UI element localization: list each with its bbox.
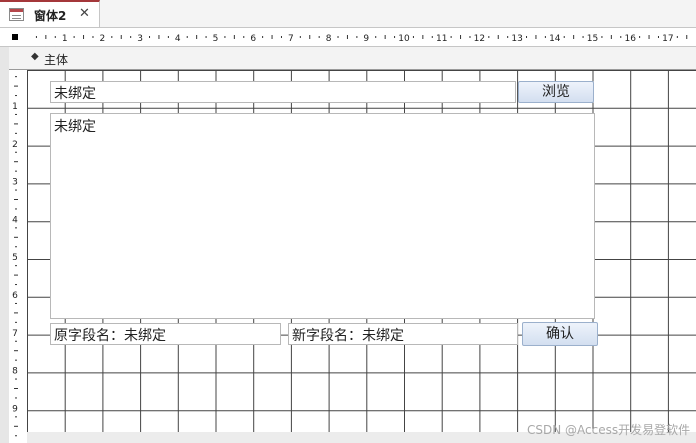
section-arrow-icon: ◆ <box>31 51 39 62</box>
new-field-name-value: 未绑定 <box>362 328 404 344</box>
horizontal-ruler: 1 2 3 4 5 6 7 8 9 10 11 12 13 14 15 16 17 <box>0 28 696 47</box>
ruler-number: 3 <box>12 178 18 188</box>
ruler-number: 12 <box>474 34 485 44</box>
vertical-ruler: 1 2 3 4 5 6 7 8 9 <box>9 70 28 443</box>
form-icon <box>9 8 24 21</box>
watermark: CSDN @Access开发易登软件 <box>527 423 691 437</box>
ruler-number: 16 <box>624 34 636 44</box>
ruler-number: 5 <box>12 253 18 263</box>
old-field-name-label: 原字段名： <box>54 328 124 344</box>
ruler-number: 1 <box>62 34 68 44</box>
ruler-number: 1 <box>12 102 18 112</box>
ruler-number: 11 <box>436 34 447 44</box>
ruler-number: 8 <box>326 34 332 44</box>
document-tab-strip: 窗体2 ✕ <box>0 0 696 28</box>
section-selector-gutter[interactable] <box>0 47 9 443</box>
ruler-number: 17 <box>662 34 673 44</box>
ruler-number: 6 <box>250 34 256 44</box>
tab-title: 窗体2 <box>34 9 67 23</box>
new-field-name-label: 新字段名： <box>292 328 362 344</box>
browse-button[interactable]: 浏览 <box>518 81 594 103</box>
ruler-number: 2 <box>100 34 106 44</box>
ruler-number: 13 <box>511 34 522 44</box>
ruler-number: 2 <box>12 140 18 150</box>
ruler-number: 5 <box>213 34 219 44</box>
old-field-name-control[interactable]: 原字段名：未绑定 <box>50 323 281 345</box>
ruler-number: 7 <box>12 329 18 339</box>
ruler-number: 10 <box>398 34 410 44</box>
section-label: 主体 <box>44 53 69 67</box>
ruler-number: 6 <box>12 291 18 301</box>
path-textbox[interactable]: 未绑定 <box>50 81 516 103</box>
field-list-box[interactable]: 未绑定 <box>50 113 595 319</box>
ruler-number: 8 <box>12 367 18 377</box>
ruler-number: 3 <box>137 34 143 44</box>
section-header-detail[interactable]: ◆ 主体 <box>0 47 696 70</box>
ruler-number: 9 <box>363 34 369 44</box>
ruler-number: 4 <box>12 215 18 225</box>
ruler-number: 4 <box>175 34 181 44</box>
old-field-name-value: 未绑定 <box>124 328 166 344</box>
ruler-number: 14 <box>549 34 561 44</box>
ruler-number: 7 <box>288 34 294 44</box>
new-field-name-control[interactable]: 新字段名：未绑定 <box>288 323 518 345</box>
close-icon[interactable]: ✕ <box>79 6 90 21</box>
ruler-number: 9 <box>12 404 18 414</box>
form-tab[interactable]: 窗体2 ✕ <box>0 0 100 27</box>
confirm-button[interactable]: 确认 <box>522 322 598 346</box>
ruler-number: 15 <box>587 34 598 44</box>
